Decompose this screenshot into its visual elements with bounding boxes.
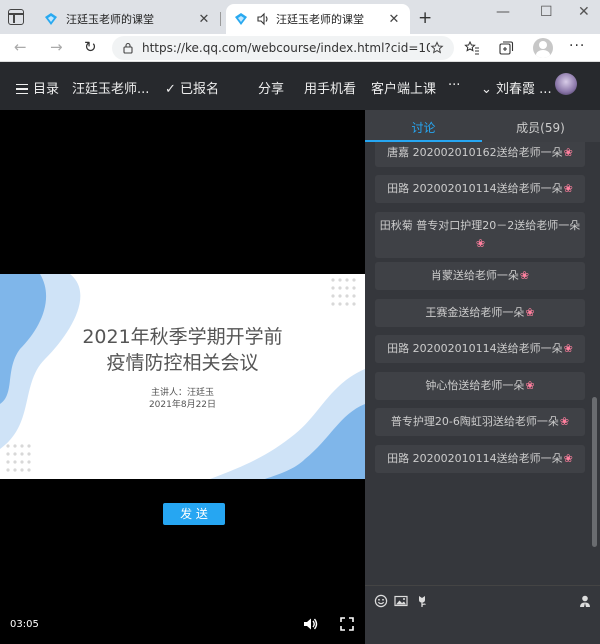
watch-on-mobile-button[interactable]: 用手机看 <box>304 78 356 97</box>
add-favorite-icon[interactable] <box>430 41 444 55</box>
enrolled-status: ✓ 已报名 <box>165 78 219 97</box>
chat-message: 普专护理20-6陶虹羽送给老师一朵❀ <box>375 408 585 436</box>
chat-message: 田路 202002010114送给老师一朵❀ <box>375 445 585 473</box>
user-menu[interactable]: ⌄ 刘春霞 ... <box>481 78 552 97</box>
share-button[interactable]: 分享 <box>258 78 284 97</box>
tab-actions-icon[interactable] <box>8 9 24 25</box>
flower-icon: ❀ <box>563 452 573 465</box>
slide-date: 2021年8月22日 <box>148 400 217 410</box>
browser-tab-1-title: 汪廷玉老师的课堂 <box>66 13 154 26</box>
slide-presenter: 主讲人：汪廷玉 <box>150 388 214 398</box>
flower-gift-icon[interactable] <box>415 594 429 608</box>
flower-icon: ❀ <box>559 415 570 428</box>
tab-discussion[interactable]: 讨论 <box>365 119 482 136</box>
flower-icon: ❀ <box>525 379 535 392</box>
more-icon[interactable]: ··· <box>569 38 585 54</box>
chat-message-text: 田秋菊 普专对口护理20－2送给老师一朵 <box>379 219 581 232</box>
fullscreen-icon[interactable] <box>340 617 354 631</box>
url-text: https://ke.qq.com/webcourse/index.html?c… <box>142 41 430 55</box>
image-icon[interactable] <box>394 594 408 608</box>
close-icon[interactable]: ✕ <box>196 12 212 27</box>
speaker-icon[interactable] <box>256 12 270 26</box>
menu-icon <box>16 84 28 94</box>
chat-message-text: 钟心怡送给老师一朵 <box>425 379 525 392</box>
chat-message-text: 田路 202002010114送给老师一朵 <box>387 182 563 195</box>
address-toolbar: ← → ↻ https://ke.qq.com/webcourse/index.… <box>0 34 600 62</box>
chat-message-text: 肖蒙送给老师一朵 <box>430 269 519 282</box>
presentation-slide: 2021年秋季学期开学前 疫情防控相关会议 主讲人：汪廷玉 2021年8月22日 <box>0 274 365 479</box>
tencent-classroom-favicon-icon <box>235 13 247 25</box>
enrolled-label: 已报名 <box>180 82 220 97</box>
browser-tab-bar: 汪廷玉老师的课堂 ✕ 汪廷玉老师的课堂 ✕ + — ☐ ✕ <box>0 0 600 34</box>
chat-message-text: 王赛金送给老师一朵 <box>425 306 525 319</box>
speaker-mode-icon[interactable] <box>578 594 592 608</box>
flower-icon: ❀ <box>475 237 486 250</box>
flower-icon: ❀ <box>563 182 573 195</box>
browser-tab-2-title: 汪廷玉老师的课堂 <box>276 13 364 26</box>
client-class-button[interactable]: 客户端上课 <box>371 78 436 97</box>
window-close-icon[interactable]: ✕ <box>578 4 590 20</box>
chat-scrollbar[interactable] <box>592 397 597 547</box>
slide-subtitle: 主讲人：汪廷玉 2021年8月22日 <box>0 387 365 411</box>
lock-icon[interactable] <box>122 42 134 54</box>
user-name: 刘春霞 ... <box>496 82 552 97</box>
panel-tabs: 讨论 成员(59) <box>365 110 600 142</box>
tencent-classroom-favicon-icon <box>45 13 57 25</box>
slide-title: 2021年秋季学期开学前 疫情防控相关会议 <box>0 324 365 376</box>
slide-title-line-1: 2021年秋季学期开学前 <box>82 326 283 348</box>
tab-members[interactable]: 成员(59) <box>482 119 599 136</box>
catalog-label: 目录 <box>33 82 60 97</box>
new-tab-icon[interactable]: + <box>418 8 432 28</box>
slide-decoration <box>0 274 365 479</box>
chat-message: 田路 202002010114送给老师一朵❀ <box>375 335 585 363</box>
chat-message: 田路 202002010114送给老师一朵❀ <box>375 175 585 203</box>
favorites-icon[interactable] <box>464 40 480 56</box>
chat-message-list[interactable]: 唐嘉 202002010162送给老师一朵❀ 田路 202002010114送给… <box>365 142 600 585</box>
flower-icon: ❀ <box>563 342 573 355</box>
chevron-down-icon: ⌄ <box>481 82 492 97</box>
check-icon: ✓ <box>165 82 176 97</box>
minimize-icon[interactable]: — <box>496 4 510 20</box>
course-header: 目录 汪廷玉老师... ✓ 已报名 分享 用手机看 客户端上课 ··· ⌄ 刘春… <box>0 62 600 110</box>
back-arrow-icon[interactable]: ← <box>14 38 27 56</box>
volume-icon[interactable] <box>302 616 318 632</box>
tab-separator <box>220 12 221 26</box>
emoji-icon[interactable] <box>374 594 388 608</box>
maximize-icon[interactable]: ☐ <box>540 4 553 20</box>
more-menu-button[interactable]: ··· <box>448 78 460 93</box>
catalog-button[interactable]: 目录 <box>16 78 59 97</box>
url-bar[interactable]: https://ke.qq.com/webcourse/index.html?c… <box>112 36 454 60</box>
forward-arrow-icon[interactable]: → <box>50 38 63 56</box>
course-title[interactable]: 汪廷玉老师... <box>72 78 149 97</box>
browser-tab-1[interactable]: 汪廷玉老师的课堂 ✕ <box>36 4 220 34</box>
collections-icon[interactable] <box>498 40 514 56</box>
chat-message: 田秋菊 普专对口护理20－2送给老师一朵 ❀ <box>375 212 585 258</box>
refresh-icon[interactable]: ↻ <box>84 38 97 56</box>
chat-input-bar[interactable] <box>365 585 600 644</box>
playback-time: 03:05 <box>10 619 39 630</box>
video-player[interactable]: 2021年秋季学期开学前 疫情防控相关会议 主讲人：汪廷玉 2021年8月22日 <box>0 110 365 644</box>
chat-message-text: 唐嘉 202002010162送给老师一朵 <box>387 146 563 159</box>
send-button[interactable]: 发 送 <box>163 503 225 525</box>
profile-avatar[interactable] <box>533 38 553 58</box>
flower-icon: ❀ <box>525 306 535 319</box>
user-avatar[interactable] <box>555 73 577 95</box>
flower-icon: ❀ <box>563 146 573 159</box>
flower-icon: ❀ <box>519 269 530 282</box>
chat-message: 钟心怡送给老师一朵❀ <box>375 372 585 400</box>
chat-message: 唐嘉 202002010162送给老师一朵❀ <box>375 142 585 167</box>
chat-message: 肖蒙送给老师一朵❀ <box>375 262 585 290</box>
side-panel: 讨论 成员(59) 唐嘉 202002010162送给老师一朵❀ 田路 2020… <box>365 110 600 644</box>
chat-message-text: 普专护理20-6陶虹羽送给老师一朵 <box>390 415 559 428</box>
slide-title-line-2: 疫情防控相关会议 <box>106 352 259 374</box>
chat-message-text: 田路 202002010114送给老师一朵 <box>387 342 563 355</box>
browser-tab-2[interactable]: 汪廷玉老师的课堂 ✕ <box>226 4 410 34</box>
chat-message-text: 田路 202002010114送给老师一朵 <box>387 452 563 465</box>
chat-message: 王赛金送给老师一朵❀ <box>375 299 585 327</box>
close-icon[interactable]: ✕ <box>386 12 402 27</box>
